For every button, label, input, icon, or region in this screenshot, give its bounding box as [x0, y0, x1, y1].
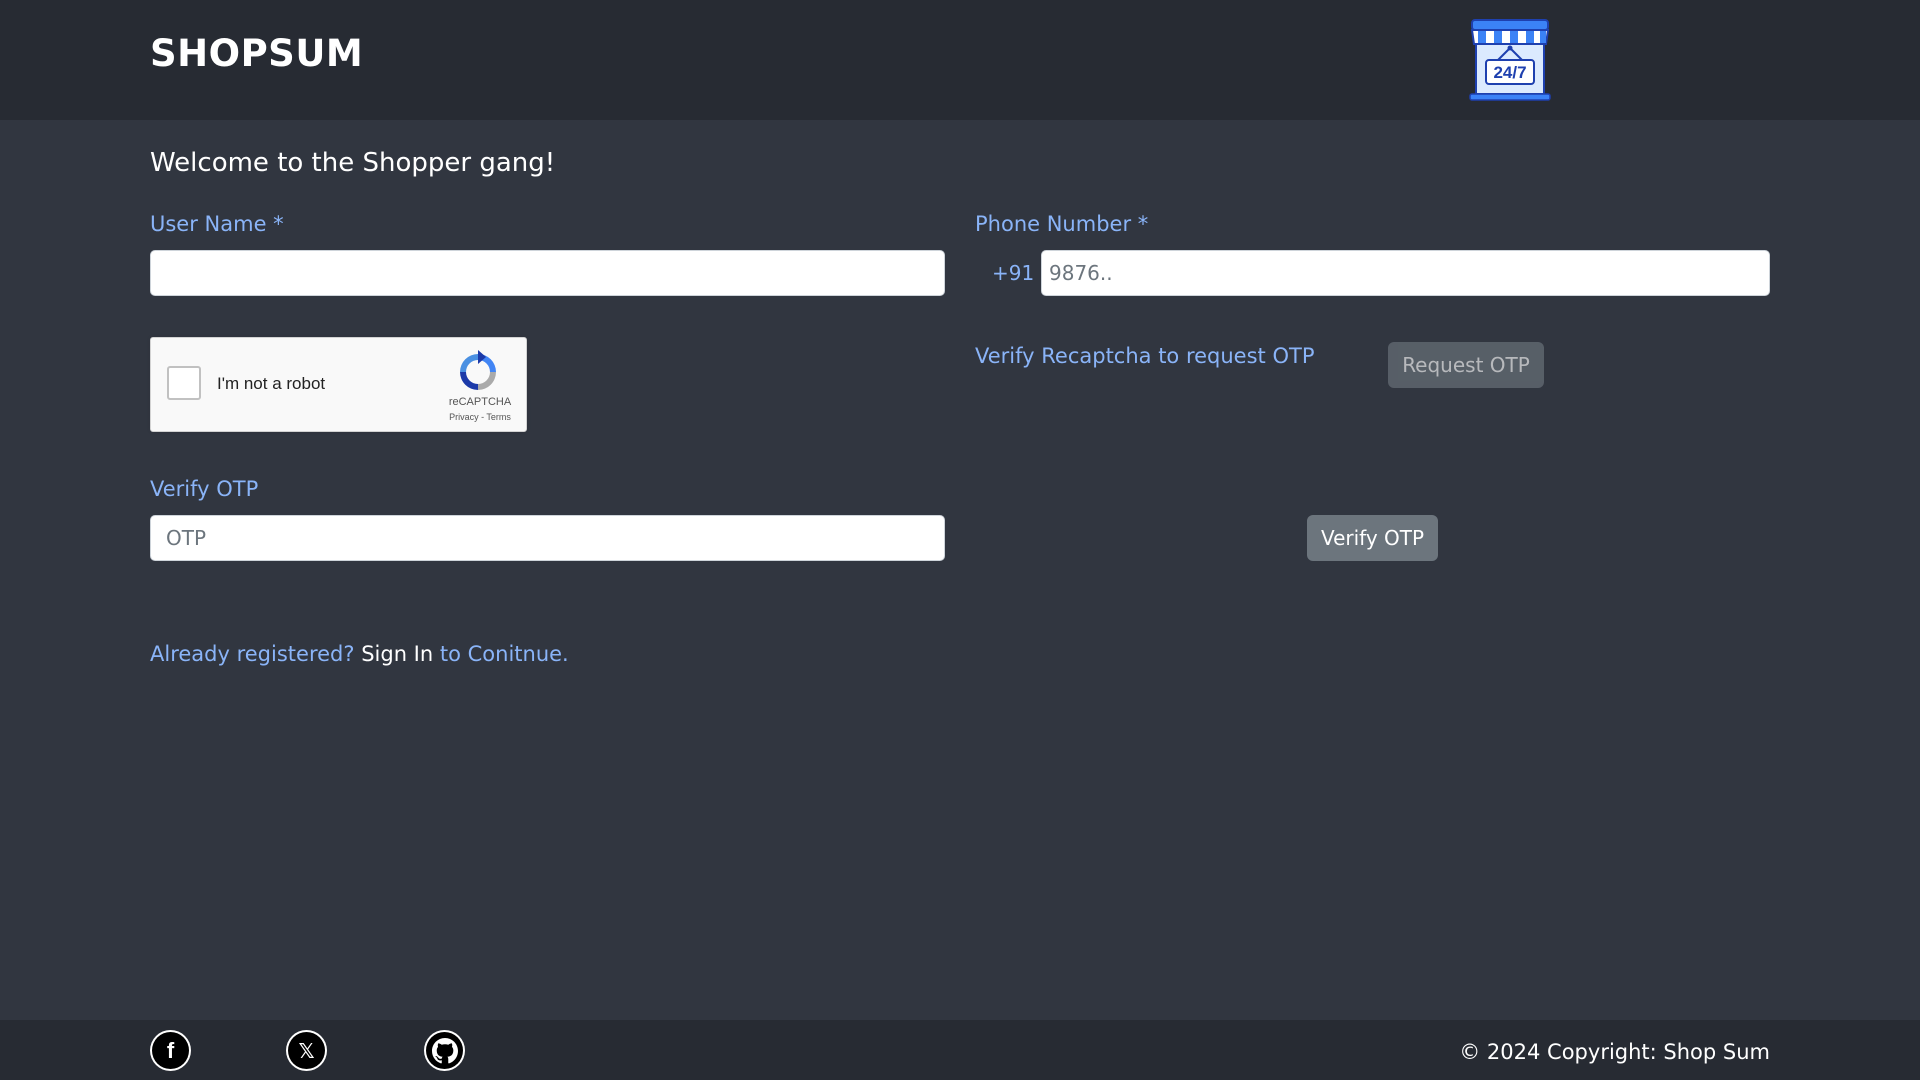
copyright-text: © 2024 Copyright: Shop Sum [1459, 1040, 1770, 1064]
request-otp-button[interactable]: Request OTP [1388, 342, 1544, 388]
phone-prefix: +91 [992, 261, 1035, 285]
recaptcha-logo-icon [460, 350, 496, 390]
phone-input[interactable] [1041, 250, 1770, 296]
store-24-7-icon[interactable]: 24/7 [1468, 16, 1552, 102]
signin-prompt: Already registered? Sign In to Conitnue. [150, 642, 569, 666]
recaptcha-brand: reCAPTCHA [448, 396, 512, 408]
brand-title[interactable]: SHOPSUM [150, 32, 363, 75]
recaptcha-label: I'm not a robot [217, 374, 326, 393]
facebook-icon[interactable]: f [150, 1030, 191, 1071]
header: SHOPSUM 24/7 [0, 0, 1920, 120]
logo-text: 24/7 [1493, 63, 1526, 82]
facebook-glyph: f [152, 1032, 189, 1069]
phone-label: Phone Number * [975, 212, 1149, 236]
signin-link[interactable]: Sign In [361, 642, 433, 666]
verify-otp-label: Verify OTP [150, 477, 259, 501]
otp-input[interactable] [150, 515, 945, 561]
github-glyph [431, 1037, 458, 1063]
x-twitter-icon[interactable]: 𝕏 [286, 1030, 327, 1071]
recaptcha-links[interactable]: Privacy - Terms [443, 412, 517, 422]
username-input[interactable] [150, 250, 945, 296]
signin-suffix: to Conitnue. [439, 642, 569, 666]
otp-hint: Verify Recaptcha to request OTP [975, 344, 1315, 368]
github-icon[interactable] [424, 1030, 465, 1071]
footer: f 𝕏 © 2024 Copyright: Shop Sum [0, 1020, 1920, 1080]
x-glyph: 𝕏 [288, 1032, 325, 1069]
signin-prefix: Already registered? [150, 642, 355, 666]
username-label: User Name * [150, 212, 284, 236]
welcome-heading: Welcome to the Shopper gang! [150, 148, 556, 178]
verify-otp-button[interactable]: Verify OTP [1307, 515, 1438, 561]
recaptcha-checkbox[interactable] [167, 366, 201, 400]
recaptcha-widget: I'm not a robot reCAPTCHA Privacy - Term… [150, 337, 527, 432]
